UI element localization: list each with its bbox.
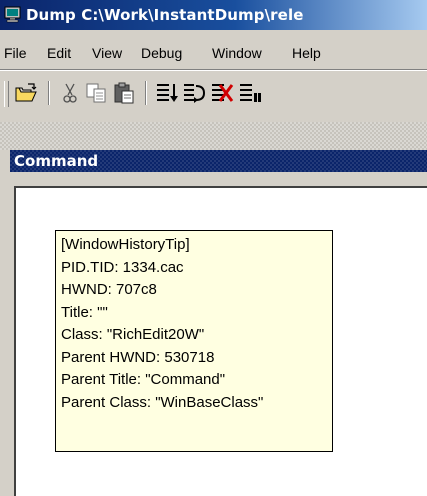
tooltip-line: Class: "RichEdit20W" [61,326,205,343]
menu-debug[interactable]: Debug [141,44,182,62]
break-icon[interactable] [238,81,262,105]
menu-bar: File Edit View Debug Window Help [0,30,427,70]
cut-icon[interactable] [58,81,82,105]
command-panel-header[interactable]: Command [10,150,427,172]
command-panel-title: Command [14,152,99,170]
tooltip-line: Parent HWND: 530718 [61,348,215,366]
title-bar[interactable]: Dump C:\Work\InstantDump\rele [0,0,427,30]
toolbar-separator [48,81,50,105]
toolbar-grip[interactable] [4,81,9,107]
tooltip-line: Parent Title: "Command" [61,371,226,388]
app-icon [4,6,21,23]
tooltip-line: PID.TID: 1334.cac [61,258,184,276]
toolbar [0,70,427,122]
step-into-icon[interactable] [155,81,179,105]
menu-file[interactable]: File [4,44,27,62]
dock-strip [0,122,427,150]
tooltip-line: HWND: 707c8 [61,281,157,298]
open-folder-icon[interactable] [14,81,38,105]
paste-icon[interactable] [112,81,136,105]
menu-window[interactable]: Window [212,44,262,62]
app-window: Dump C:\Work\InstantDump\rele File Edit … [0,0,427,496]
toolbar-separator [145,81,147,105]
copy-icon[interactable] [84,81,108,105]
tooltip-line: Parent Class: "WinBaseClass" [61,393,264,411]
tooltip-line: Title: "" [61,303,108,321]
dock-gutter [0,150,10,496]
window-history-tooltip: [WindowHistoryTip] PID.TID: 1334.cac HWN… [55,230,333,452]
menu-edit[interactable]: Edit [47,44,71,62]
step-over-icon[interactable] [182,81,206,105]
tooltip-line: [WindowHistoryTip] [61,236,190,253]
menu-view[interactable]: View [92,44,122,62]
stop-debugging-icon[interactable] [210,81,234,105]
menu-help[interactable]: Help [292,44,321,62]
window-title: Dump C:\Work\InstantDump\rele [26,6,304,24]
